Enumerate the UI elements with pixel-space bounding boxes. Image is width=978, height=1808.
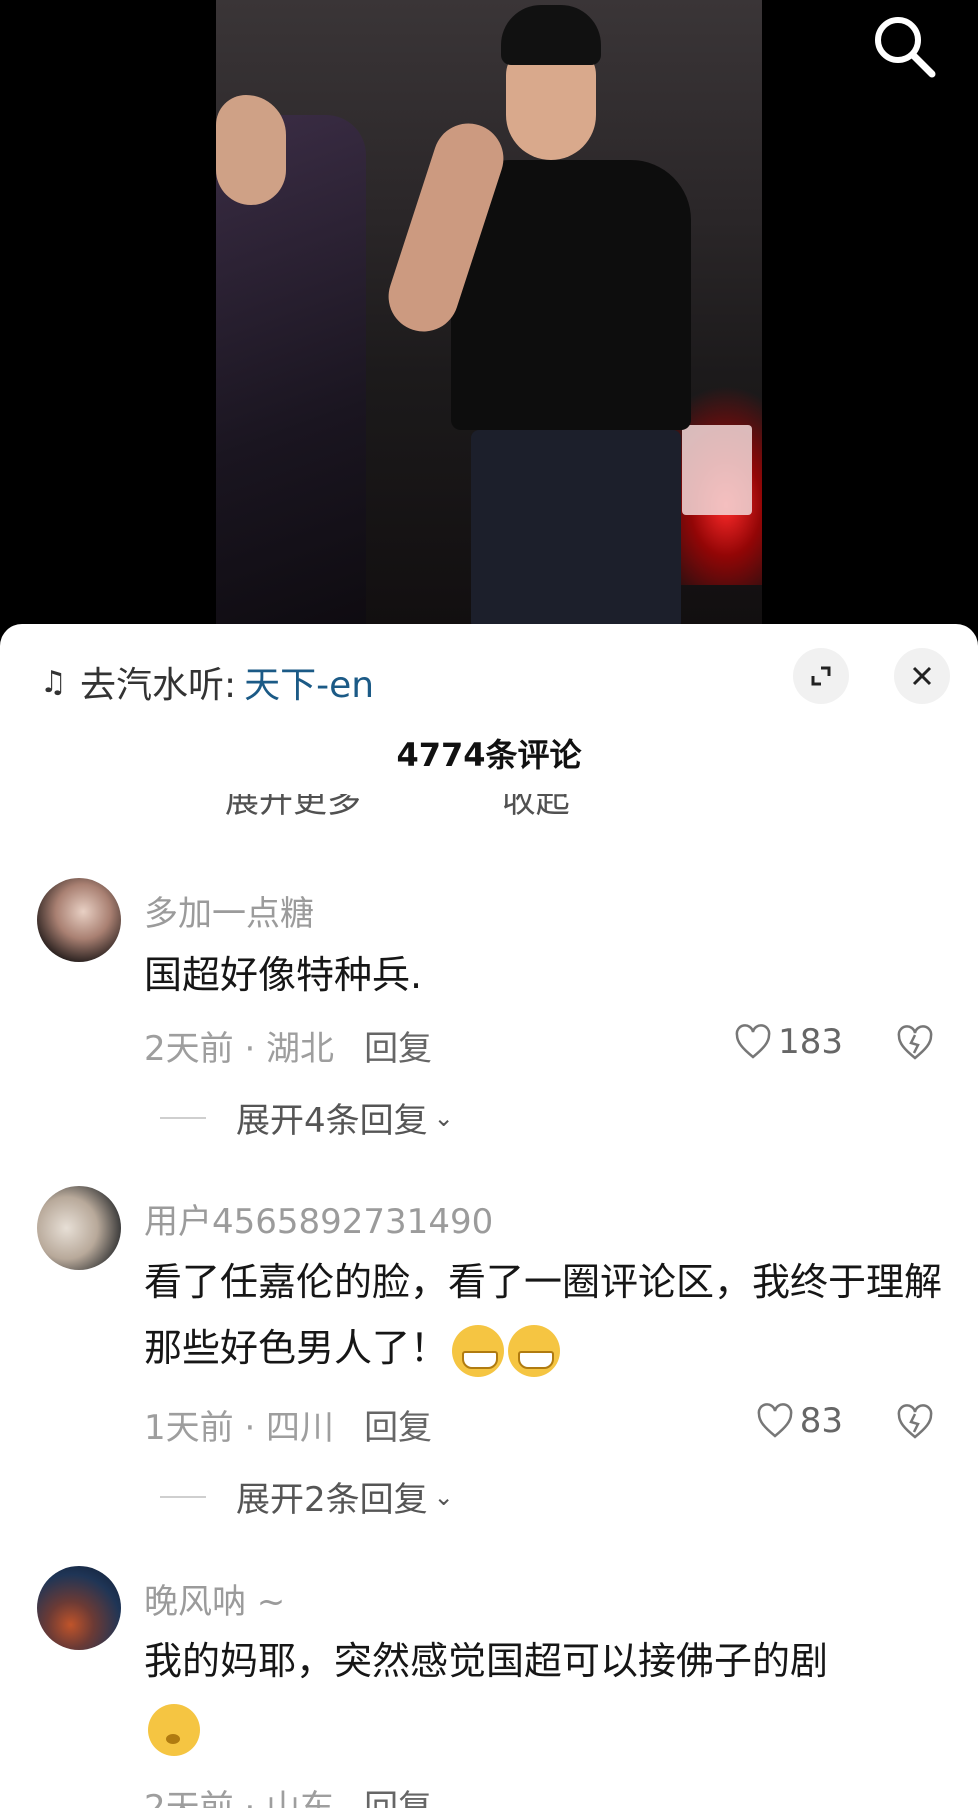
music-link[interactable]: ♫ 去汽水听: 天下-en (40, 654, 374, 710)
comment-count: 4774条评论 (396, 736, 582, 774)
grin-emoji (508, 1324, 561, 1377)
video-player[interactable] (0, 0, 978, 640)
comment-time-location: 2天前 · 湖北 (144, 1029, 335, 1069)
comment-text: 我的妈耶，突然感觉国超可以接佛子的剧 (144, 1628, 949, 1760)
chevron-down-icon: ⌄ (433, 1103, 454, 1132)
close-icon (912, 666, 932, 686)
expand-replies-label: 展开4条回复 (236, 1101, 428, 1141)
reply-button[interactable]: 回复 (364, 1788, 432, 1808)
comment-text: 国超好像特种兵. (144, 953, 423, 997)
comment-username[interactable]: 多加一点糖 (144, 886, 314, 935)
comment-text: 看了任嘉伦的脸，看了一圈评论区，我终于理解那些好色男人了！ (144, 1249, 949, 1381)
like-button[interactable]: 183 (734, 1022, 843, 1062)
comment-time-location: 1天前 · 四川 (144, 1408, 335, 1448)
reply-button[interactable]: 回复 (364, 1029, 432, 1069)
like-count: 83 (799, 1401, 843, 1441)
comment-time-location: 2天前 · 山东 (144, 1788, 335, 1808)
thinking-emoji (148, 1703, 200, 1756)
comment-meta: 2天前 · 湖北 回复 (144, 1021, 432, 1070)
comment-meta: 2天前 · 山东 回复 (144, 1780, 432, 1808)
like-count: 183 (778, 1022, 843, 1062)
heart-icon (757, 1403, 793, 1438)
avatar[interactable] (37, 1186, 121, 1270)
avatar[interactable] (37, 878, 121, 962)
expand-button[interactable] (793, 648, 849, 704)
music-prefix: 去汽水听: (80, 665, 237, 706)
like-button[interactable]: 83 (756, 1401, 843, 1441)
dislike-icon[interactable] (895, 1402, 935, 1442)
reply-button[interactable]: 回复 (364, 1408, 432, 1448)
expand-replies-label: 展开2条回复 (236, 1480, 428, 1520)
main-performer (379, 0, 711, 625)
divider (160, 1495, 206, 1498)
search-icon[interactable] (868, 10, 940, 82)
close-button[interactable] (894, 648, 950, 704)
song-title[interactable]: 天下-en (244, 656, 374, 708)
comment-text-content: 我的妈耶，突然感觉国超可以接佛子的剧 (144, 1639, 829, 1683)
expand-replies-button[interactable]: 展开4条回复 ⌄ (160, 1093, 454, 1142)
divider (160, 1116, 206, 1119)
cutoff-controls: 展开更多 收起 (225, 794, 700, 816)
expand-replies-button[interactable]: 展开2条回复 ⌄ (160, 1472, 454, 1521)
video-frame (216, 0, 762, 625)
dislike-icon[interactable] (895, 1023, 935, 1063)
background-performer (216, 95, 366, 625)
chevron-down-icon: ⌄ (433, 1482, 454, 1511)
avatar[interactable] (37, 1566, 121, 1650)
comment-username[interactable]: 用户4565892731490 (144, 1194, 493, 1243)
expand-icon (811, 666, 831, 686)
heart-icon (735, 1024, 771, 1059)
cutoff-collapse[interactable]: 收起 (502, 794, 570, 816)
comment-sheet: ♫ 去汽水听: 天下-en 4774条评论 展开更多 收起 多加一点糖 国超好像… (0, 624, 978, 1808)
comment-meta: 1天前 · 四川 回复 (144, 1400, 432, 1449)
cutoff-expand-more[interactable]: 展开更多 (225, 794, 361, 816)
comment-username[interactable]: 晚风呐 ~ (144, 1574, 285, 1623)
music-note-icon: ♫ (40, 664, 67, 700)
grin-emoji (452, 1324, 505, 1377)
